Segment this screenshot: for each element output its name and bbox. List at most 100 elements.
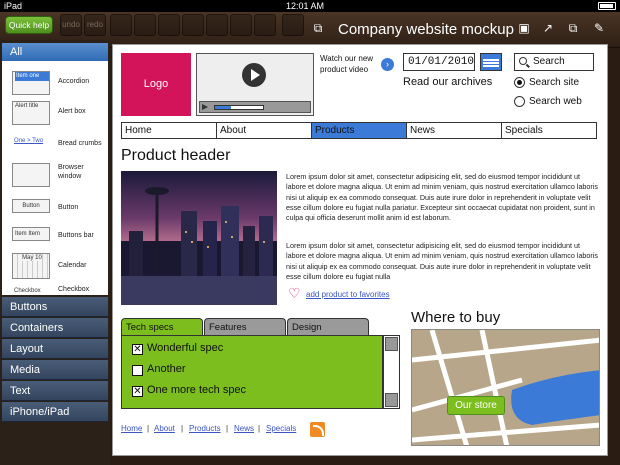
archives-link[interactable]: Read our archives [403, 76, 492, 88]
pages-icon[interactable]: ⧉ [565, 20, 581, 36]
align-icon[interactable] [254, 14, 276, 36]
date-field[interactable]: 01/01/2010 [403, 53, 475, 71]
category-layout[interactable]: Layout [2, 339, 108, 359]
scroll-down-icon[interactable] [385, 393, 398, 407]
calendar-icon[interactable] [480, 53, 502, 71]
nav-bar: Home About Products News Specials [121, 122, 597, 139]
buttons-bar-thumb: Item Item [12, 227, 50, 241]
thumb-label: Item one [15, 72, 49, 81]
library-item[interactable]: Item one Accordion [2, 67, 108, 97]
search-input[interactable]: Search [514, 53, 594, 71]
library-item[interactable]: Checkbox Checkbox [2, 283, 108, 295]
spec-checkbox-3[interactable]: ✕ [132, 386, 143, 397]
video-caption: Watch our new product video [320, 54, 374, 74]
edit-icon[interactable]: ✎ [591, 20, 607, 36]
delete-icon[interactable] [282, 14, 304, 36]
duplicate-icon[interactable] [158, 14, 180, 36]
spec-checkbox-2[interactable] [132, 365, 143, 376]
radio-search-site[interactable] [514, 77, 525, 88]
redo-button[interactable]: redo [84, 14, 106, 36]
small-play-icon[interactable] [202, 104, 208, 110]
footer-link-products[interactable]: Products [189, 424, 221, 433]
library-list[interactable]: Item one Accordion Alert title Alert box… [2, 61, 108, 295]
arrow-right-icon[interactable]: › [381, 58, 394, 71]
footer-link-specials[interactable]: Specials [266, 424, 296, 433]
ungroup-icon[interactable] [134, 14, 156, 36]
tab-design[interactable]: Design [287, 318, 369, 336]
calendar-thumb: May 10 [12, 253, 50, 279]
heart-icon[interactable]: ♡ [288, 286, 301, 300]
where-to-buy-title: Where to buy [411, 309, 501, 326]
play-icon[interactable] [242, 63, 266, 87]
search-placeholder: Search [533, 56, 565, 67]
spec-scrollbar[interactable] [383, 335, 400, 409]
alert-thumb: Alert title [12, 101, 50, 125]
spec-checkbox-1[interactable]: ✕ [132, 344, 143, 355]
footer-link-about[interactable]: About [154, 424, 175, 433]
nav-item-news[interactable]: News [407, 123, 502, 138]
library-item-label: Bread crumbs [58, 140, 102, 147]
document-title: Company website mockup [338, 21, 514, 38]
category-buttons[interactable]: Buttons [2, 297, 108, 317]
arrange-icon[interactable] [182, 14, 204, 36]
nav-item-home[interactable]: Home [122, 123, 217, 138]
library-item[interactable]: Alert title Alert box [2, 97, 108, 127]
video-progress[interactable] [214, 105, 264, 110]
product-header: Product header [121, 147, 231, 164]
status-bar: iPad 12:01 AM [0, 0, 620, 12]
tech-specs-panel: ✕ Wonderful spec Another ✕ One more tech… [121, 335, 383, 409]
carrier-label: iPad [4, 1, 23, 11]
scroll-up-icon[interactable] [385, 337, 398, 351]
rss-icon[interactable] [310, 422, 325, 437]
category-media[interactable]: Media [2, 360, 108, 380]
library-item[interactable]: Button Button [2, 195, 108, 225]
library-item[interactable]: Browser window [2, 159, 108, 189]
radio-search-site-label: Search site [529, 77, 580, 88]
library-item-label: Calendar [58, 262, 87, 269]
nav-item-specials[interactable]: Specials [502, 123, 596, 138]
footer-separator: | [181, 424, 184, 433]
battery-icon [598, 2, 616, 10]
nav-item-about[interactable]: About [217, 123, 312, 138]
lock-icon[interactable] [206, 14, 228, 36]
clock: 12:01 AM [286, 1, 325, 11]
radio-search-web-label: Search web [529, 96, 582, 107]
logo-placeholder[interactable]: Logo [121, 53, 191, 116]
quick-help-button[interactable]: Quick help [5, 16, 53, 34]
our-store-marker[interactable]: Our store [447, 396, 505, 415]
footer-link-news[interactable]: News [234, 424, 254, 433]
library-item-label: Checkbox [58, 286, 90, 293]
tab-features[interactable]: Features [204, 318, 286, 336]
radio-search-web[interactable] [514, 96, 525, 107]
footer-link-home[interactable]: Home [121, 424, 142, 433]
map-graphic [412, 330, 599, 445]
group-icon[interactable] [110, 14, 132, 36]
search-icon [519, 57, 527, 65]
thumb-label: May 10 [22, 255, 42, 261]
footer-separator: | [226, 424, 229, 433]
library-item[interactable]: May 10 Calendar [2, 249, 108, 279]
category-text[interactable]: Text [2, 381, 108, 401]
thumb-label: Alert title [15, 103, 39, 109]
undo-button[interactable]: undo [60, 14, 82, 36]
store-map[interactable] [411, 329, 600, 446]
category-iphone-ipad[interactable]: iPhone/iPad [2, 402, 108, 422]
library-item-label: Buttons bar [58, 232, 94, 239]
footer-separator: | [258, 424, 261, 433]
accordion-thumb: Item one [12, 71, 50, 95]
share-icon[interactable]: ↗ [540, 20, 556, 36]
folder-icon[interactable]: ▣ [516, 20, 532, 36]
tab-tech-specs[interactable]: Tech specs [121, 318, 203, 336]
library-all-tab[interactable]: All [2, 43, 108, 61]
video-controls[interactable] [199, 101, 311, 113]
paragraph-1: Lorem ipsum dolor sit amet, consectetur … [286, 172, 599, 223]
breadcrumb-thumb: One > Two [14, 138, 44, 144]
copy-icon[interactable]: ⧉ [310, 20, 326, 36]
video-player[interactable] [196, 53, 314, 116]
add-to-favorites-link[interactable]: add product to favorites [306, 290, 390, 299]
nav-item-products[interactable]: Products [312, 123, 407, 138]
category-containers[interactable]: Containers [2, 318, 108, 338]
library-item-label: Button [58, 204, 79, 211]
spec-label-3: One more tech spec [147, 384, 247, 396]
text-icon[interactable] [230, 14, 252, 36]
